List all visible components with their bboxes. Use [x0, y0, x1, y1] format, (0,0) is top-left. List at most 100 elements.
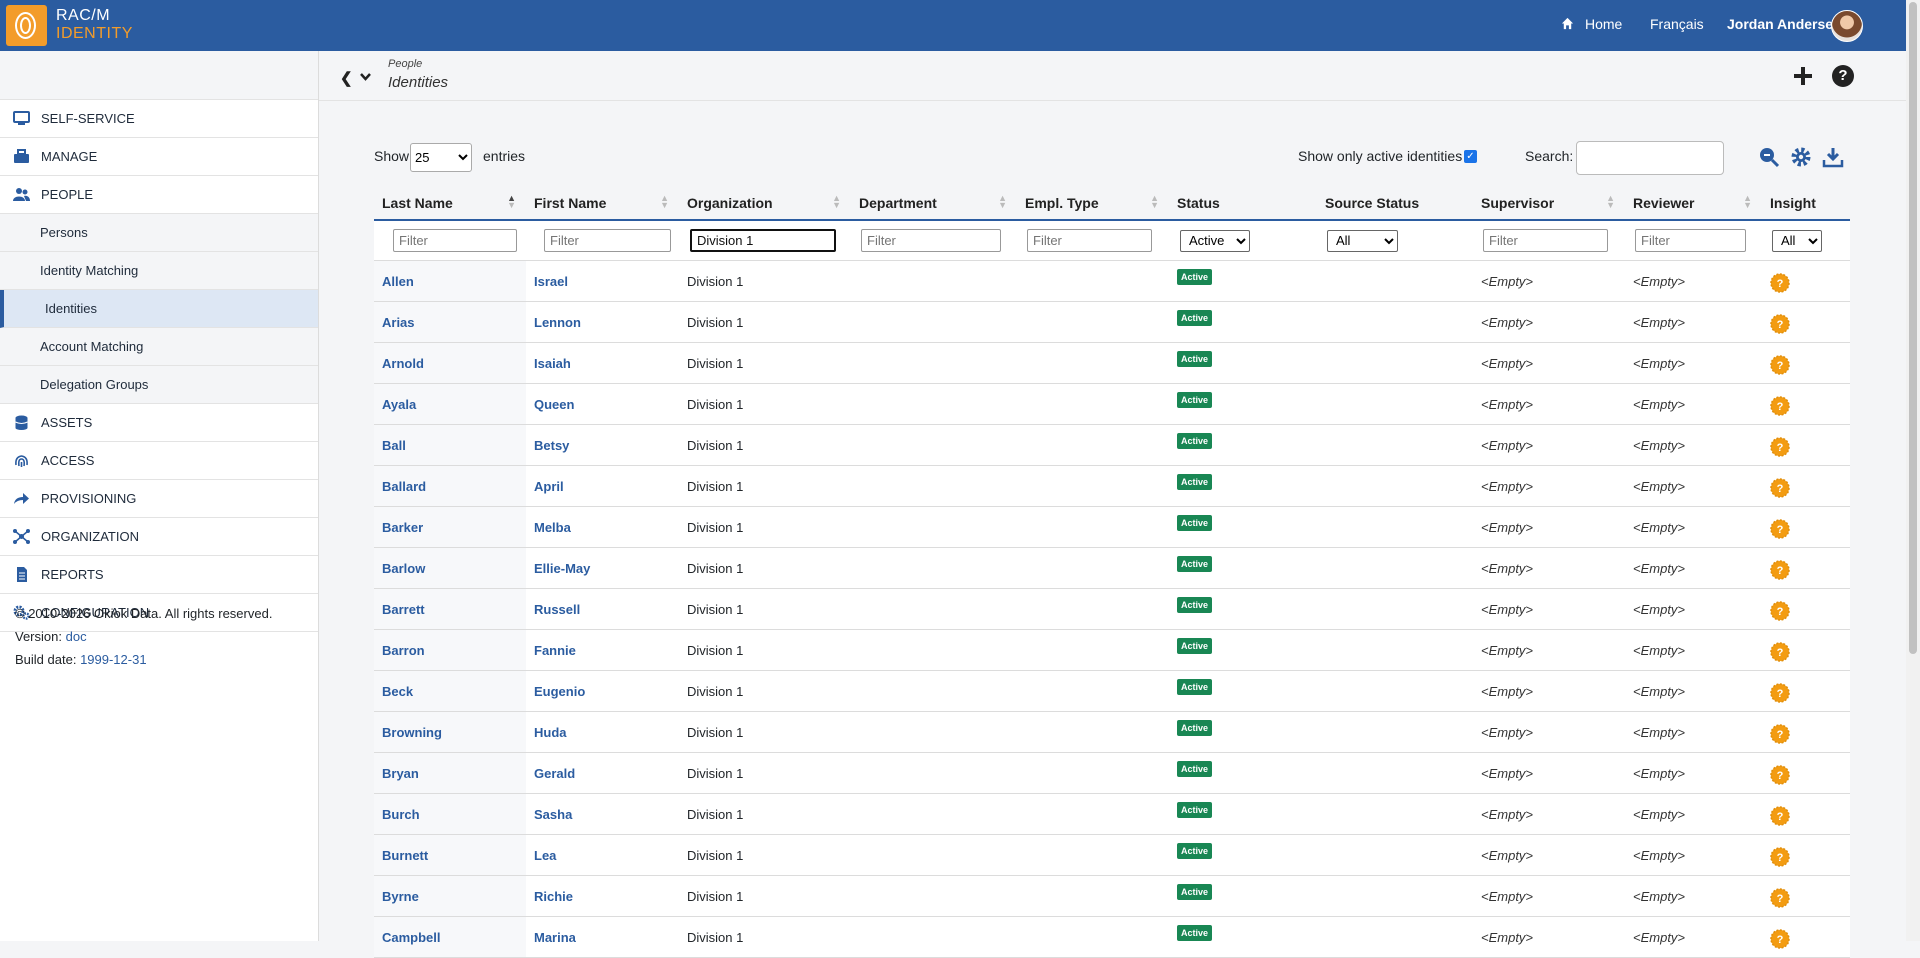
last-name-link[interactable]: Ballard [382, 479, 426, 494]
department-filter[interactable] [861, 229, 1001, 252]
last-name-link[interactable]: Campbell [382, 930, 441, 945]
logo-text-identity[interactable]: IDENTITY [56, 25, 133, 43]
first-name-link[interactable]: Melba [534, 520, 571, 535]
first-name-link[interactable]: Gerald [534, 766, 575, 781]
column-header-supervisor[interactable]: Supervisor ▲ ▼ [1473, 186, 1625, 221]
logo-text-racm[interactable]: RAC/M [56, 7, 110, 25]
sidebar-subitem-identity-matching[interactable]: Identity Matching [0, 252, 318, 290]
column-header-source-status[interactable]: Source Status [1317, 186, 1473, 221]
insight-icon[interactable]: ? [1770, 313, 1790, 334]
language-link[interactable]: Français [1650, 16, 1704, 32]
last-name-filter[interactable] [393, 229, 517, 252]
last-name-link[interactable]: Barker [382, 520, 423, 535]
fingerprint-logo-icon[interactable] [6, 5, 47, 46]
active-only-checkbox[interactable]: ✓ [1464, 150, 1477, 163]
insight-icon[interactable]: ? [1770, 559, 1790, 580]
insight-icon[interactable]: ? [1770, 518, 1790, 539]
column-header-department[interactable]: Department ▲ ▼ [851, 186, 1017, 221]
insight-icon[interactable]: ? [1770, 354, 1790, 375]
build-date-link[interactable]: 1999-12-31 [80, 652, 147, 667]
last-name-link[interactable]: Ayala [382, 397, 416, 412]
first-name-link[interactable]: Isaiah [534, 356, 571, 371]
sidebar-item-reports[interactable]: Reports [0, 556, 318, 594]
first-name-link[interactable]: Betsy [534, 438, 569, 453]
last-name-link[interactable]: Browning [382, 725, 442, 740]
insight-icon[interactable]: ? [1770, 641, 1790, 662]
home-link[interactable]: Home [1585, 16, 1622, 32]
page-size-select[interactable]: 25 [410, 143, 472, 172]
gear-icon[interactable] [1790, 146, 1812, 168]
scrollbar-thumb[interactable] [1909, 2, 1917, 654]
sidebar-subitem-account-matching[interactable]: Account Matching [0, 328, 318, 366]
insight-icon[interactable]: ? [1770, 764, 1790, 785]
column-header-organization[interactable]: Organization ▲ ▼ [679, 186, 851, 221]
first-name-link[interactable]: Sasha [534, 807, 572, 822]
insight-icon[interactable]: ? [1770, 272, 1790, 293]
insight-icon[interactable]: ? [1770, 846, 1790, 867]
column-header-insight[interactable]: Insight [1762, 186, 1850, 221]
last-name-link[interactable]: Barron [382, 643, 425, 658]
last-name-link[interactable]: Burnett [382, 848, 428, 863]
version-link[interactable]: doc [66, 629, 87, 644]
last-name-link[interactable]: Arias [382, 315, 415, 330]
empl-type-filter[interactable] [1027, 229, 1152, 252]
status-filter[interactable]: Active [1180, 229, 1250, 252]
insight-icon[interactable]: ? [1770, 723, 1790, 744]
source-status-filter[interactable]: All [1327, 229, 1398, 252]
last-name-link[interactable]: Ball [382, 438, 406, 453]
last-name-link[interactable]: Arnold [382, 356, 424, 371]
user-menu[interactable]: Jordan Andersen [1727, 16, 1842, 32]
page-scrollbar[interactable] [1906, 0, 1920, 941]
insight-icon[interactable]: ? [1770, 600, 1790, 621]
first-name-link[interactable]: Lea [534, 848, 556, 863]
insight-icon[interactable]: ? [1770, 805, 1790, 826]
insight-icon[interactable]: ? [1770, 682, 1790, 703]
insight-icon[interactable]: ? [1770, 395, 1790, 416]
insight-icon[interactable]: ? [1770, 928, 1790, 949]
first-name-filter[interactable] [544, 229, 671, 252]
first-name-link[interactable]: April [534, 479, 564, 494]
search-clear-icon[interactable] [1758, 146, 1780, 168]
last-name-link[interactable]: Bryan [382, 766, 419, 781]
chevron-down-icon[interactable] [359, 70, 372, 83]
first-name-link[interactable]: Ellie-May [534, 561, 590, 576]
first-name-link[interactable]: Eugenio [534, 684, 585, 699]
first-name-link[interactable]: Israel [534, 274, 568, 289]
column-header-empl-type[interactable]: Empl. Type ▲ ▼ [1017, 186, 1169, 221]
insight-icon[interactable]: ? [1770, 477, 1790, 498]
help-button[interactable]: ? [1832, 65, 1854, 87]
sidebar-item-people[interactable]: People [0, 176, 318, 214]
insight-filter[interactable]: All [1772, 229, 1822, 252]
first-name-link[interactable]: Marina [534, 930, 576, 945]
reviewer-filter[interactable] [1635, 229, 1746, 252]
insight-icon[interactable]: ? [1770, 436, 1790, 457]
column-header-first-name[interactable]: First Name ▲ ▼ [526, 186, 679, 221]
sidebar-subitem-delegation-groups[interactable]: Delegation Groups [0, 366, 318, 404]
last-name-link[interactable]: Byrne [382, 889, 419, 904]
sidebar-item-manage[interactable]: Manage [0, 138, 318, 176]
sidebar-item-provisioning[interactable]: Provisioning [0, 480, 318, 518]
sidebar-subitem-identities[interactable]: Identities [0, 290, 318, 328]
breadcrumb-parent[interactable]: People [388, 58, 422, 70]
sidebar-item-assets[interactable]: Assets [0, 404, 318, 442]
sidebar-subitem-persons[interactable]: Persons [0, 214, 318, 252]
first-name-link[interactable]: Russell [534, 602, 580, 617]
first-name-link[interactable]: Queen [534, 397, 574, 412]
sidebar-item-access[interactable]: Access [0, 442, 318, 480]
sidebar-item-self-service[interactable]: Self-Service [0, 100, 318, 138]
add-identity-button[interactable] [1790, 63, 1816, 89]
last-name-link[interactable]: Allen [382, 274, 414, 289]
avatar[interactable] [1831, 10, 1863, 42]
organization-filter[interactable] [690, 229, 836, 252]
last-name-link[interactable]: Barrett [382, 602, 425, 617]
last-name-link[interactable]: Burch [382, 807, 420, 822]
home-icon[interactable] [1561, 17, 1574, 30]
first-name-link[interactable]: Fannie [534, 643, 576, 658]
insight-icon[interactable]: ? [1770, 887, 1790, 908]
column-header-status[interactable]: Status [1169, 186, 1317, 221]
download-icon[interactable] [1822, 146, 1844, 168]
first-name-link[interactable]: Richie [534, 889, 573, 904]
column-header-last-name[interactable]: Last Name ▲ ▼ [374, 186, 526, 221]
chevron-left-icon[interactable]: ❮ [340, 69, 353, 87]
supervisor-filter[interactable] [1483, 229, 1608, 252]
